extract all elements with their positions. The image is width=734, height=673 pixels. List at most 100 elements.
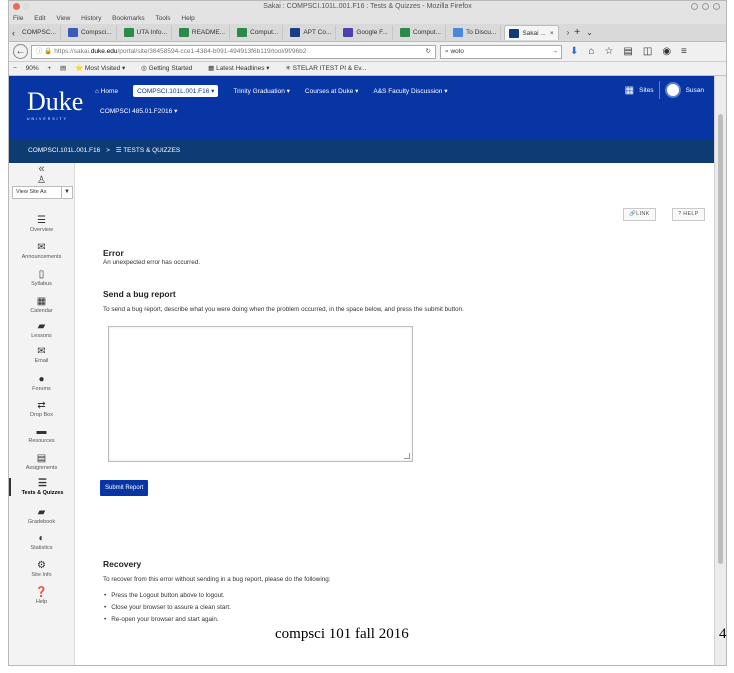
resize-grip-icon[interactable] — [404, 453, 410, 459]
scrollbar-thumb[interactable] — [718, 114, 723, 564]
tab-sakai[interactable]: Sakai ... × — [504, 25, 559, 40]
breadcrumb-site[interactable]: COMPSCI.101L.001.F16 — [28, 147, 100, 154]
duke-logo[interactable]: Duke UNIVERSITY — [27, 87, 83, 121]
tool-statistics[interactable]: ◐ Statistics — [9, 533, 74, 551]
tab-readme[interactable]: README... — [175, 25, 231, 40]
help-button[interactable]: ? HELP — [672, 208, 705, 221]
tab-discuss[interactable]: To Discu... — [449, 25, 502, 40]
menu-edit[interactable]: Edit — [34, 15, 45, 22]
maximize-icon[interactable] — [702, 3, 709, 10]
tool-help[interactable]: ❓ Help — [9, 587, 74, 605]
menu-file[interactable]: File — [13, 15, 23, 22]
search-go-icon[interactable]: → — [552, 46, 559, 58]
reload-icon[interactable]: ↻ — [426, 46, 431, 58]
tool-overview[interactable]: ☰ Overview — [9, 215, 74, 233]
list-item: Press the Logout button above to logout. — [104, 590, 231, 602]
print-icon[interactable]: ▤ — [60, 65, 66, 72]
bug-report-instructions: To send a bug report, describe what you … — [103, 306, 464, 313]
tab-comput-1[interactable]: Comput... — [233, 25, 284, 40]
bookmark-stelar[interactable]: ✳ STELAR ITEST PI & Ev... — [285, 65, 373, 72]
user-name[interactable]: Susan — [686, 87, 704, 94]
tool-drop-box[interactable]: ⇄ Drop Box — [9, 400, 74, 418]
tool-tests-quizzes[interactable]: ☰ Tests & Quizzes — [9, 478, 74, 496]
list-item: Close your browser to assure a clean sta… — [104, 602, 231, 614]
bug-report-textarea[interactable] — [108, 326, 413, 462]
close-icon[interactable] — [713, 3, 720, 10]
download-icon[interactable]: ⬇ — [570, 46, 578, 57]
nav-subsite[interactable]: COMPSCI 485.01.F2016 ▾ — [100, 107, 177, 115]
tool-lessons[interactable]: ▰ Lessons — [9, 321, 74, 339]
sites-grid-icon[interactable]: ▦ — [625, 85, 634, 96]
pocket-icon[interactable]: ◫ — [643, 46, 652, 57]
menu-icon[interactable]: ≡ — [681, 46, 687, 57]
bookmark-latest-headlines[interactable]: ▦ Latest Headlines ▾ — [208, 65, 276, 72]
nav-courses[interactable]: Courses at Duke ▾ — [305, 87, 358, 95]
tab-list-icon[interactable]: ⌄ — [586, 28, 593, 37]
nav-faculty[interactable]: A&S Faculty Discussion ▾ — [373, 87, 447, 95]
tab-scroll-right-icon[interactable]: › — [567, 28, 570, 37]
menu-bookmarks[interactable]: Bookmarks — [112, 15, 145, 22]
recovery-intro: To recover from this error without sendi… — [103, 576, 331, 583]
tool-announcements[interactable]: ✉ Announcements — [9, 242, 74, 260]
slide-footer: compsci 101 fall 2016 — [275, 626, 409, 642]
zoom-in-icon[interactable]: + — [47, 65, 51, 72]
lessons-icon: ▰ — [37, 321, 46, 332]
statistics-icon: ◐ — [38, 533, 45, 544]
favicon-icon — [237, 28, 248, 37]
extension-icon[interactable]: ◉ — [662, 46, 671, 57]
site-header: Duke UNIVERSITY ⌂ Home COMPSCI.101L.001.F… — [9, 76, 716, 139]
title-bar: Sakai : COMPSCI.101L.001.F16 : Tests & Q… — [9, 1, 726, 13]
submit-report-button[interactable]: Submit Report — [100, 480, 149, 496]
sites-link[interactable]: Sites — [639, 87, 653, 94]
tool-email[interactable]: ✉ Email — [9, 346, 74, 364]
tool-gradebook[interactable]: ▰ Gradebook — [9, 507, 74, 525]
recovery-steps: Press the Logout button above to logout.… — [104, 590, 231, 626]
tab-compsci-2[interactable]: Compsci... — [64, 25, 117, 40]
menu-help[interactable]: Help — [181, 15, 194, 22]
bookmark-star-icon[interactable]: ☆ — [604, 46, 613, 57]
minimize-icon[interactable] — [691, 3, 698, 10]
nav-current-site[interactable]: COMPSCI.101L.001.F16 ▾ — [133, 85, 219, 97]
tab-google[interactable]: Google F... — [339, 25, 393, 40]
favicon-icon — [509, 28, 520, 38]
bookmark-getting-started[interactable]: ◎ Getting Started — [141, 65, 199, 72]
tool-resources[interactable]: ▬ Resources — [9, 426, 74, 444]
tab-compsci-1[interactable]: COMPSC... — [18, 25, 61, 40]
zoom-out-icon[interactable]: − — [13, 65, 17, 72]
bookmarks-toolbar: − 90% + ▤ ⭐ Most Visited ▾ ◎ Getting Sta… — [9, 62, 726, 76]
tool-syllabus[interactable]: ▯ Syllabus — [9, 269, 74, 287]
collapse-icon[interactable]: « — [9, 163, 74, 175]
avatar[interactable] — [664, 82, 681, 98]
close-icon[interactable] — [13, 3, 20, 10]
bookmark-most-visited[interactable]: ⭐ Most Visited ▾ — [75, 65, 132, 72]
tool-assignments[interactable]: ▤ Assignments — [9, 453, 74, 471]
tab-uta-info[interactable]: UTA Info... — [120, 25, 172, 40]
nav-home[interactable]: ⌂ Home — [95, 88, 118, 95]
close-tab-icon[interactable]: × — [550, 30, 554, 37]
tab-apt[interactable]: APT Co... — [286, 25, 337, 40]
zoom-level[interactable]: 90% — [26, 65, 39, 72]
back-icon[interactable]: ← — [13, 44, 28, 59]
tab-comput-2[interactable]: Comput... — [396, 25, 446, 40]
link-button[interactable]: 🔗LINK — [623, 208, 656, 221]
search-input[interactable]: ⌕ wolo → — [440, 44, 562, 59]
menu-history[interactable]: History — [81, 15, 101, 22]
home-icon[interactable]: ⌂ — [588, 46, 594, 57]
reading-list-icon[interactable]: ▤ — [623, 46, 632, 57]
tool-calendar[interactable]: ▦ Calendar — [9, 296, 74, 314]
nav-trinity[interactable]: Trinity Graduation ▾ — [233, 87, 290, 95]
tab-scroll-left-icon[interactable]: ‹ — [12, 28, 15, 38]
url-bar[interactable]: ⓘ 🔒 https://sakai.duke.edu/portal/site/3… — [31, 44, 436, 59]
assignment-icon: ▤ — [36, 453, 47, 464]
gear-icon: ⚙ — [37, 560, 46, 571]
page-scrollbar[interactable] — [714, 76, 726, 665]
menu-view[interactable]: View — [56, 15, 70, 22]
breadcrumb-tool[interactable]: TESTS & QUIZZES — [123, 147, 180, 154]
tool-forums[interactable]: ● Forums — [9, 374, 74, 392]
new-tab-icon[interactable]: + — [574, 27, 580, 38]
calendar-icon: ▦ — [36, 296, 47, 307]
menu-tools[interactable]: Tools — [155, 15, 170, 22]
tool-site-info[interactable]: ⚙ Site Info — [9, 560, 74, 578]
view-site-as-select[interactable]: View Site As ▼ — [12, 186, 73, 199]
minimize-icon[interactable] — [23, 3, 30, 10]
